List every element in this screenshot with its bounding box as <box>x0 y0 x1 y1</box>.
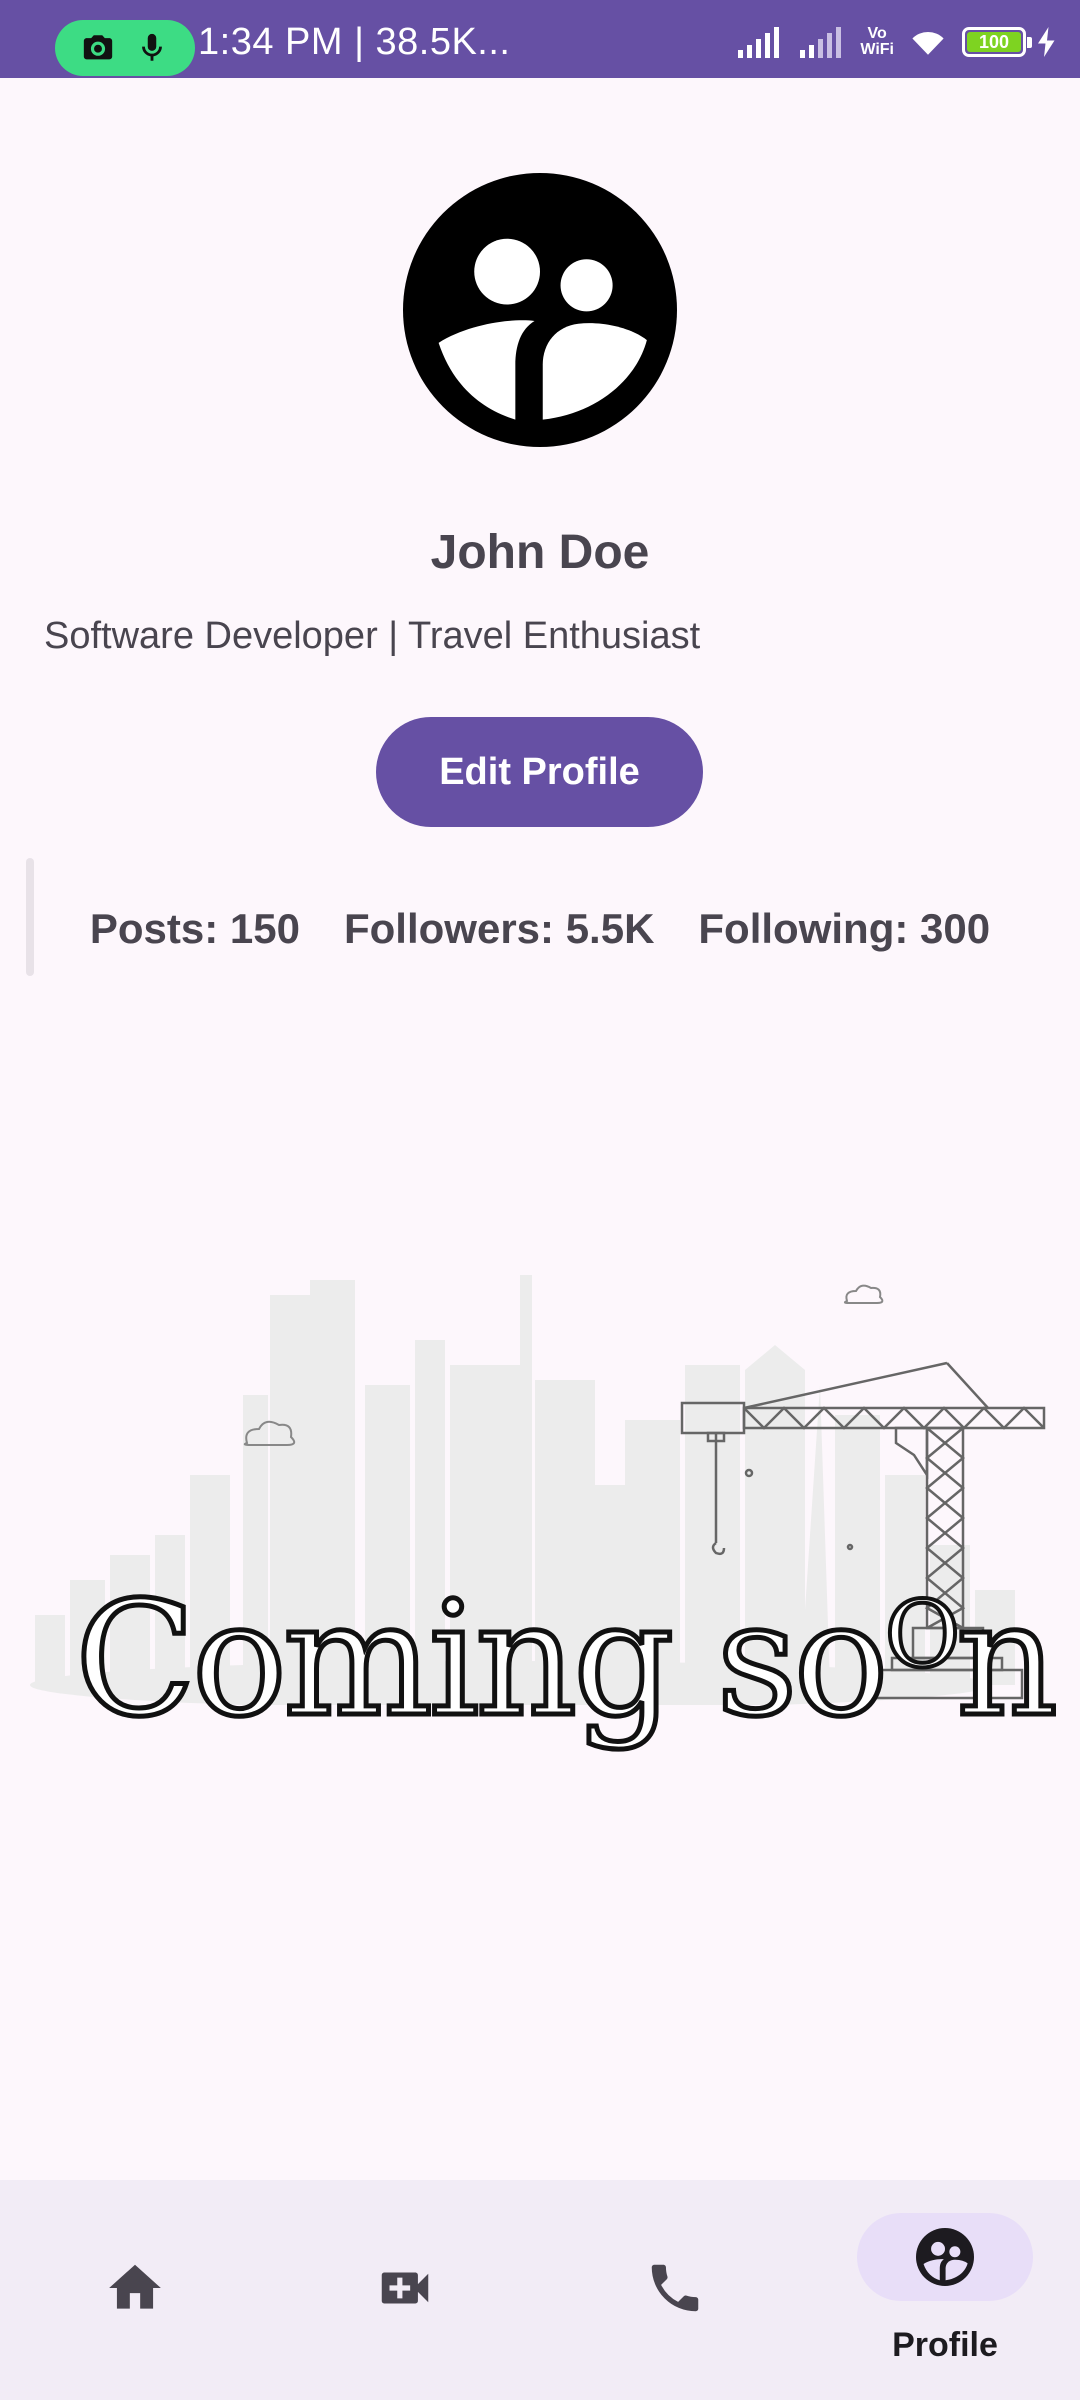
recording-indicator <box>55 20 195 76</box>
home-icon <box>109 2264 161 2309</box>
profile-name: John Doe <box>430 526 650 579</box>
charging-icon <box>1038 27 1055 57</box>
profile-icon <box>916 2228 974 2286</box>
status-icons: Vo WiFi 100 <box>736 22 1056 62</box>
nav-video[interactable] <box>270 2180 540 2400</box>
nav-home[interactable] <box>0 2180 270 2400</box>
vowifi-indicator: Vo WiFi <box>860 25 894 58</box>
signal-weak-icon <box>800 27 842 58</box>
status-bar: 1:34 PM | 38.5K... Vo WiFi 100 <box>0 0 1080 78</box>
followers-count: Followers: 5.5K <box>344 905 655 952</box>
following-count: Following: 300 <box>698 905 991 952</box>
nav-profile-label[interactable]: Profile <box>810 2326 1080 2365</box>
coming-soon-text: Coming soOn <box>73 1568 1061 1752</box>
status-time: 1:34 PM | 38.5K... <box>198 21 511 63</box>
edit-profile-button[interactable]: Edit Profile <box>376 717 703 827</box>
profile-bio: Software Developer | Travel Enthusiast <box>44 615 701 657</box>
group-avatar-icon <box>403 173 677 447</box>
profile-stats: Posts: 150 Followers: 5.5K Following: 30… <box>0 905 1080 953</box>
battery-icon: 100 <box>962 27 1032 57</box>
posts-count: Posts: 150 <box>89 905 300 952</box>
wifi-icon <box>912 31 944 55</box>
camera-icon <box>83 35 113 60</box>
microphone-icon <box>142 33 162 61</box>
phone-icon <box>651 2264 699 2312</box>
video-call-icon <box>381 2272 429 2304</box>
nav-calls[interactable] <box>540 2180 810 2400</box>
signal-icon <box>738 27 780 58</box>
